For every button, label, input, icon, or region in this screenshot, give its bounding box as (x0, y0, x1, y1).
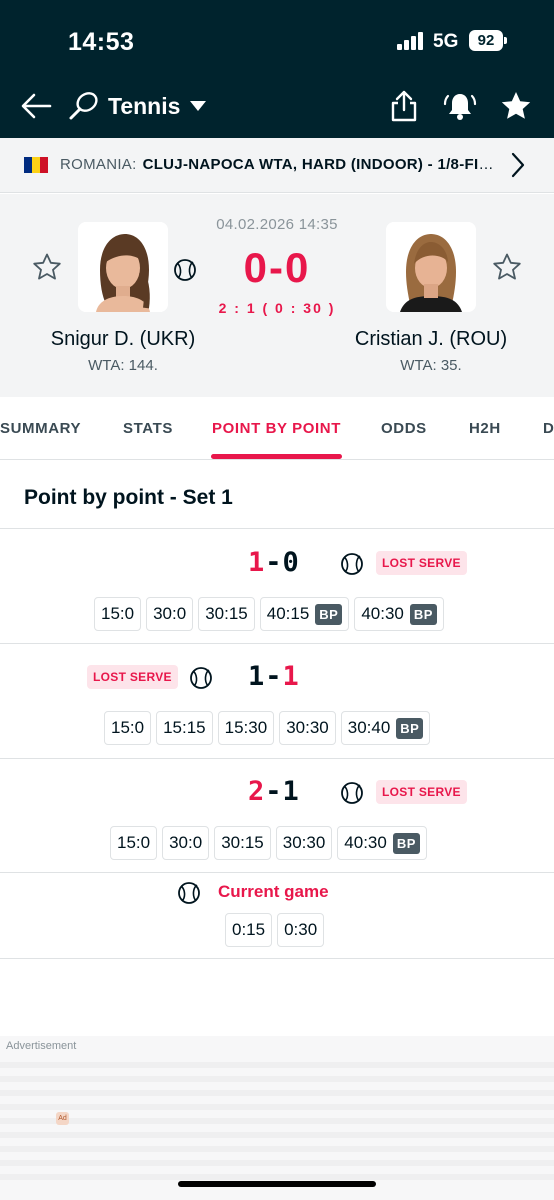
tennis-racket-icon (69, 92, 98, 120)
match-score: 0-0 (243, 244, 311, 291)
tab-point-by-point[interactable]: POINT BY POINT (212, 420, 341, 437)
tennis-ball-icon (341, 553, 363, 575)
romania-flag-icon (24, 157, 48, 173)
chevron-right-icon (511, 152, 525, 178)
tab-h2h[interactable]: H2H (469, 420, 501, 437)
point-score: 0:30 (277, 913, 325, 947)
point-score: 30:30 (279, 711, 336, 745)
advertisement-label: Advertisement (6, 1040, 77, 1052)
sport-title: Tennis (108, 92, 181, 119)
home-indicator[interactable] (178, 1181, 376, 1187)
bell-ringing-icon (443, 94, 477, 120)
current-set-score: 2 : 1 ( 0 : 30 ) (218, 300, 336, 316)
tennis-ball-icon (341, 782, 363, 804)
divider (0, 643, 554, 644)
point-score: 30:40 BP (340, 711, 431, 745)
game-score: 1-1 (248, 661, 300, 692)
point-score: 15:0 (104, 711, 152, 745)
break-point-badge: BP (396, 717, 424, 739)
home-player-avatar (78, 222, 168, 312)
point-score: 0:15 (225, 913, 273, 947)
points-row: 15:0 30:0 30:15 30:30 40:30 BP (110, 826, 427, 860)
divider (0, 958, 554, 959)
away-player-avatar (386, 222, 476, 312)
active-tab-indicator (211, 454, 342, 459)
home-player-name[interactable]: Snigur D. (UKR) (13, 328, 233, 351)
notifications-button[interactable] (442, 88, 478, 124)
star-filled-icon (501, 92, 531, 119)
point-score: 15:30 (217, 711, 275, 745)
tennis-ball-icon (178, 882, 200, 904)
chevron-down-icon (190, 101, 207, 111)
game-score: 2-1 (248, 776, 300, 807)
signal-icon (397, 32, 425, 50)
point-score: 30:0 (146, 597, 194, 631)
nav-row: Tennis (0, 82, 554, 132)
point-score: 30:15 (214, 826, 271, 860)
battery-level: 92 (469, 30, 503, 51)
network-type: 5G (433, 31, 459, 52)
break-point-badge: BP (392, 832, 420, 854)
advertisement-banner[interactable]: Advertisement Ad (0, 1036, 554, 1200)
tennis-ball-icon (190, 667, 212, 689)
points-row: 15:0 30:0 30:15 40:15 BP 40:30 BP (94, 597, 444, 631)
breadcrumb-text: ROMANIA: CLUJ-NAPOCA WTA, HARD (INDOOR) -… (60, 156, 500, 173)
tab-draw[interactable]: D (543, 420, 554, 437)
star-outline-icon[interactable] (32, 252, 62, 282)
breadcrumb-league: CLUJ-NAPOCA WTA, HARD (INDOOR) - 1/8-FIN… (142, 156, 500, 173)
ad-choices-icon[interactable]: Ad (56, 1112, 69, 1125)
ad-content[interactable] (0, 1060, 554, 1180)
breadcrumb-country: ROMANIA: (60, 156, 137, 173)
share-icon (391, 90, 417, 122)
break-point-badge: BP (409, 603, 437, 625)
home-player-rank: WTA: 144. (88, 357, 158, 374)
point-score: 40:30 BP (354, 597, 444, 631)
points-row: 15:0 15:15 15:30 30:30 30:40 BP (104, 711, 431, 745)
battery-icon: 92 (469, 30, 507, 51)
point-score: 30:0 (162, 826, 210, 860)
status-time: 14:53 (68, 28, 135, 56)
game-score: 1-0 (248, 547, 300, 578)
tab-summary[interactable]: SUMMARY (0, 420, 81, 437)
tournament-breadcrumb[interactable]: ROMANIA: CLUJ-NAPOCA WTA, HARD (INDOOR) -… (0, 138, 554, 193)
divider (0, 758, 554, 759)
away-player-rank: WTA: 35. (400, 357, 462, 374)
section-title: Point by point - Set 1 (24, 486, 233, 509)
current-game-label: Current game (218, 882, 329, 901)
app-header: 14:53 5G 92 Tennis (0, 0, 554, 138)
away-player-photo[interactable] (386, 222, 476, 312)
divider (0, 872, 554, 873)
point-score: 30:15 (198, 597, 255, 631)
status-bar: 14:53 5G 92 (0, 0, 554, 80)
divider (0, 528, 554, 529)
away-player-name[interactable]: Cristian J. (ROU) (321, 328, 541, 351)
point-score: 40:30 BP (337, 826, 427, 860)
tab-stats[interactable]: STATS (123, 420, 173, 437)
lost-serve-badge: LOST SERVE (376, 780, 467, 804)
point-score: 15:0 (110, 826, 158, 860)
lost-serve-badge: LOST SERVE (376, 551, 467, 575)
share-button[interactable] (386, 88, 422, 124)
arrow-left-icon (21, 93, 52, 119)
star-outline-icon[interactable] (492, 252, 522, 282)
point-score: 15:15 (156, 711, 213, 745)
match-tabs: SUMMARY STATS POINT BY POINT ODDS H2H D (0, 397, 554, 460)
back-button[interactable] (18, 88, 54, 124)
point-score: 40:15 BP (259, 597, 350, 631)
point-score: 15:0 (94, 597, 142, 631)
favorite-button[interactable] (498, 88, 534, 124)
sport-selector[interactable]: Tennis (68, 86, 208, 126)
home-player-photo[interactable] (78, 222, 168, 312)
point-score: 30:30 (275, 826, 333, 860)
break-point-badge: BP (315, 603, 343, 625)
tab-odds[interactable]: ODDS (381, 420, 427, 437)
match-datetime: 04.02.2026 14:35 (216, 216, 338, 233)
match-header: Snigur D. (UKR) WTA: 144. 04.02.2026 14:… (0, 194, 554, 397)
lost-serve-badge: LOST SERVE (87, 665, 178, 689)
current-points-row: 0:15 0:30 (225, 913, 325, 947)
